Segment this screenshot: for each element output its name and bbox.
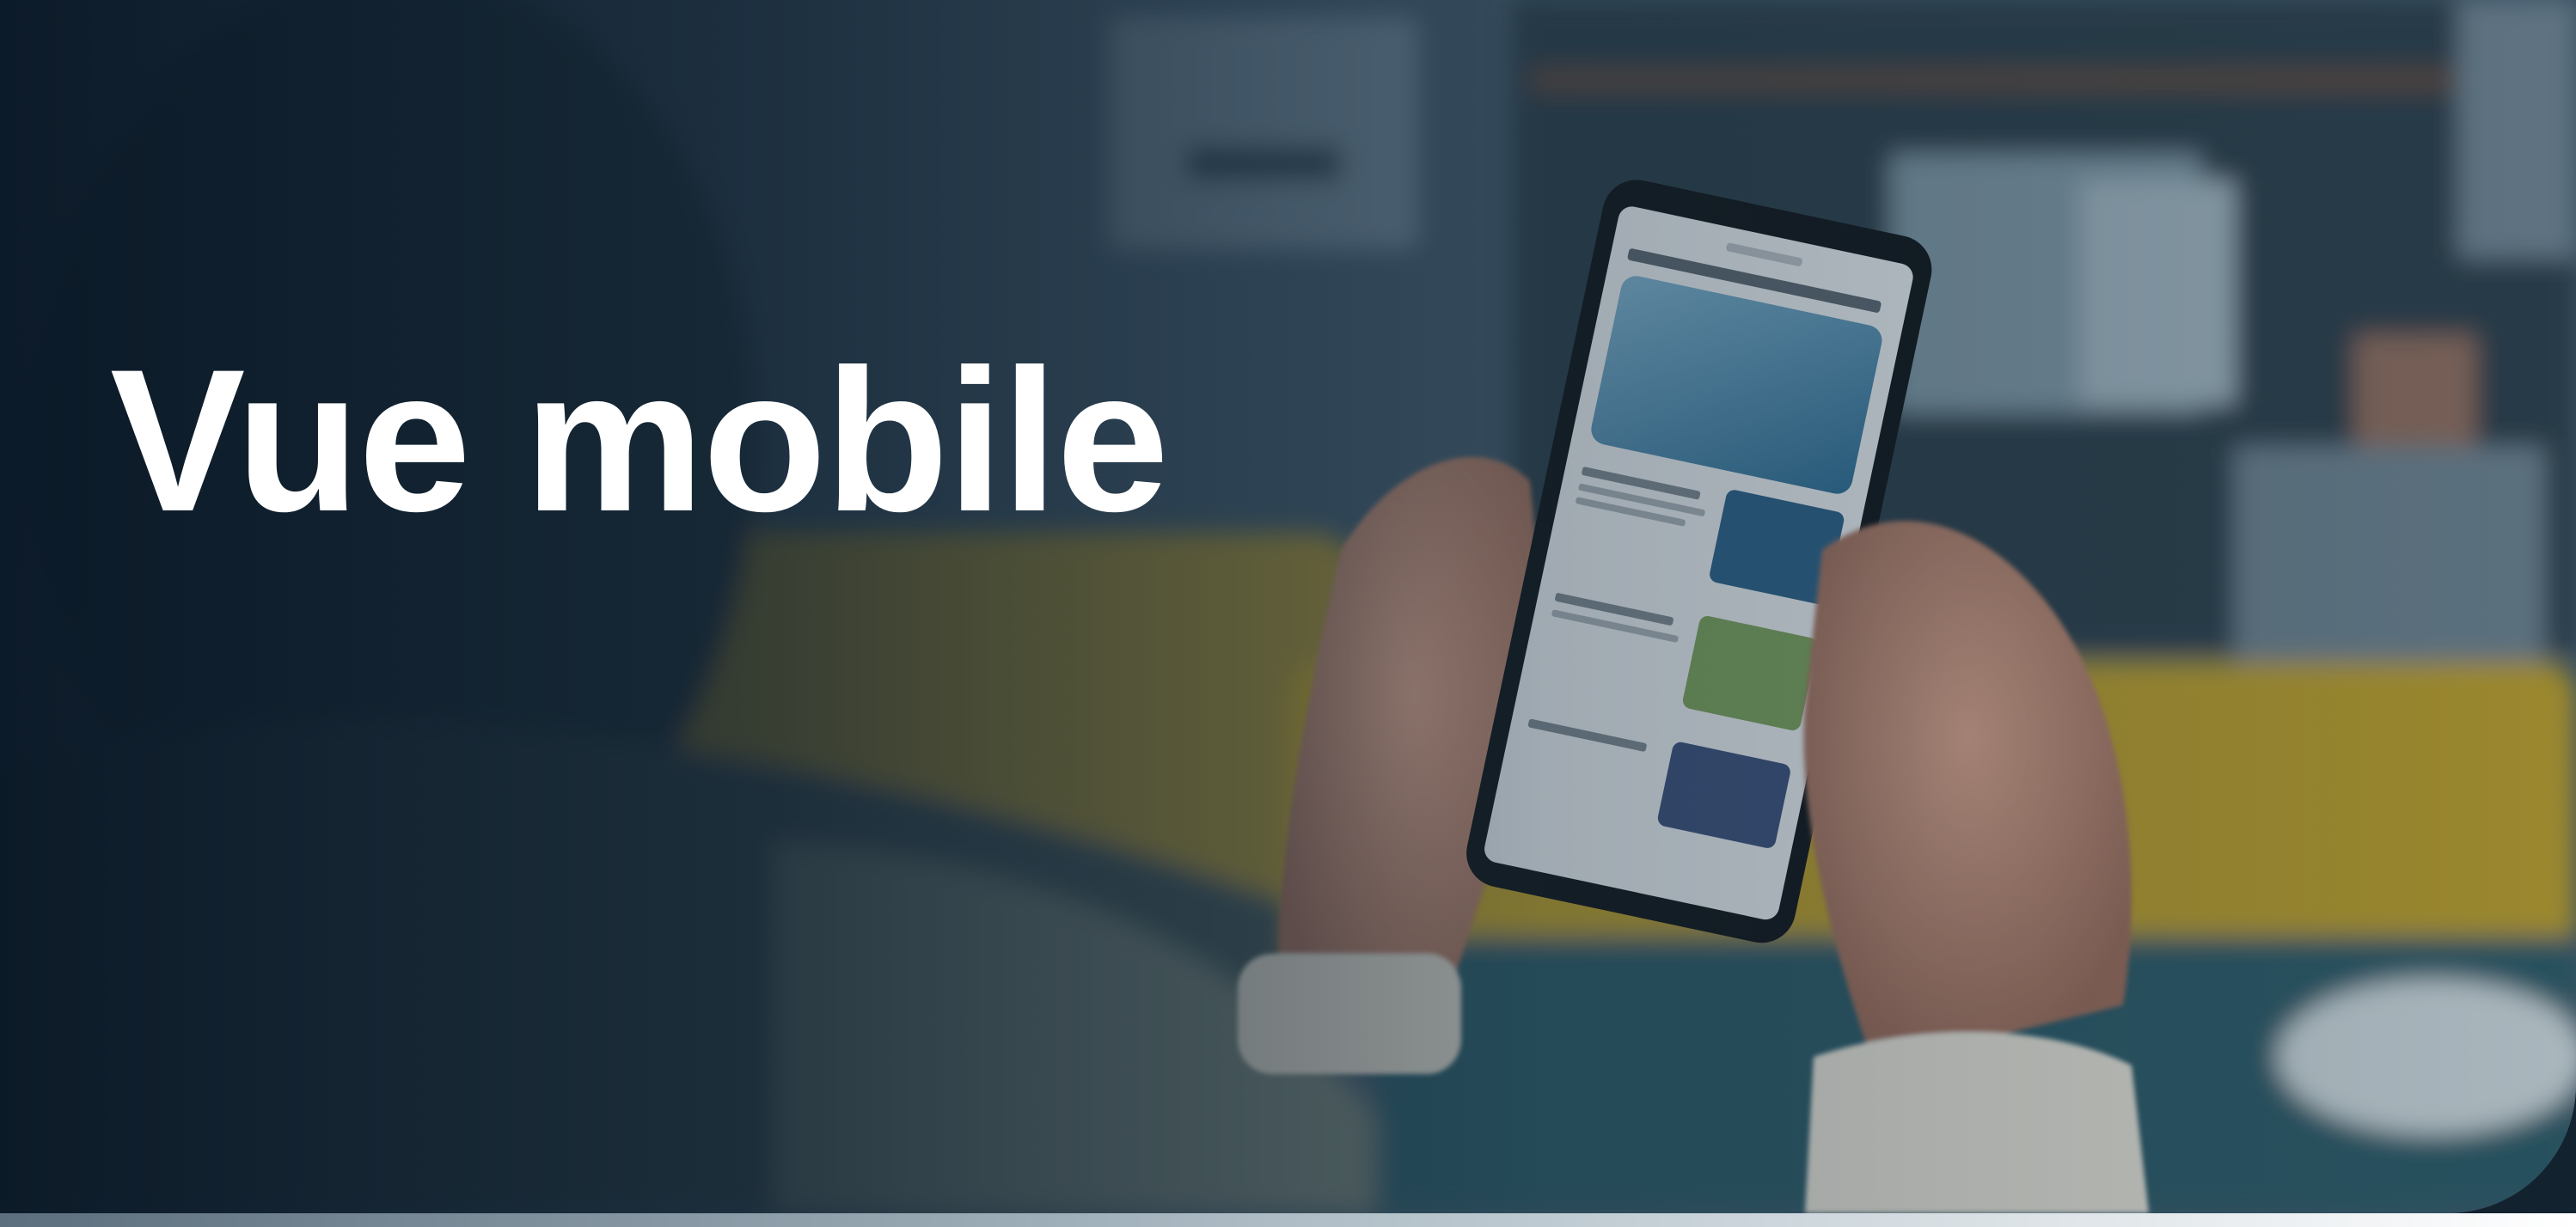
background-photo — [0, 0, 2576, 1213]
bottom-divider — [0, 1213, 2576, 1227]
banner-title: Vue mobile — [110, 327, 1169, 554]
hero-banner: Vue mobile — [0, 0, 2576, 1213]
